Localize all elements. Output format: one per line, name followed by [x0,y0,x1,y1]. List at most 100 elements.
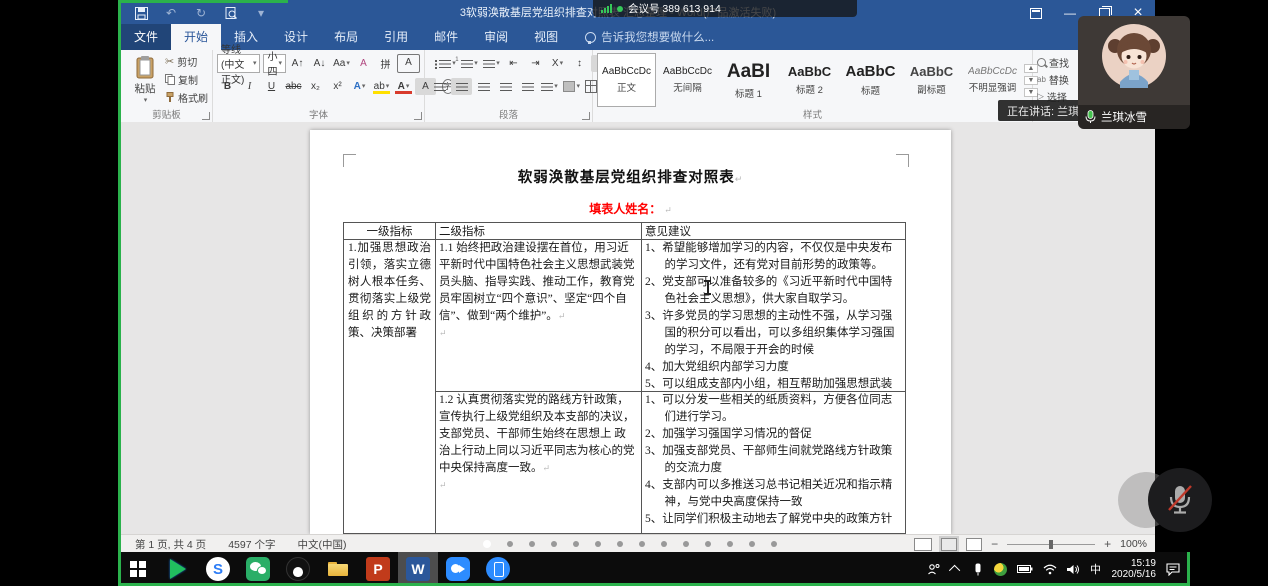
italic-button[interactable]: I [239,78,260,95]
ribbon-tab[interactable]: 引用 [371,24,421,50]
style-item[interactable]: AaBI 标题 1 [719,53,778,107]
usb-device-icon[interactable] [972,561,984,577]
taskbar-item[interactable] [158,552,198,586]
taskbar-item[interactable] [478,552,518,586]
suggestion-item: 4、加大党组织内部学习力度 [645,359,903,376]
meeting-id-pill[interactable]: 会议号 389 613 914 [593,0,857,17]
taskbar-item[interactable]: S [198,552,238,586]
bold-button[interactable]: B [217,78,238,95]
tray-expand-icon[interactable] [950,561,962,577]
clear-format-button[interactable]: A [353,55,374,72]
decrease-indent-button[interactable]: ⇤ [503,55,524,72]
paste-button[interactable]: 粘贴▾ [125,53,165,105]
zoom-slider[interactable] [1007,544,1095,545]
style-item[interactable]: AaBbCcDc 正文 [597,53,656,107]
subscript-button[interactable]: x₂ [305,78,326,95]
mic-muted-button[interactable] [1148,468,1212,532]
paragraph-group: ▾ ▾ ▾ ⇤ ⇥ X▾ ↕ ¶ ▾ ▾ ▾ [425,50,593,122]
copy-button[interactable]: 复制 [165,71,208,87]
web-layout-icon[interactable] [966,538,982,551]
style-item[interactable]: AaBbC 标题 2 [780,53,839,107]
cut-button[interactable]: ✂剪切 [165,53,208,69]
ribbon-tab[interactable]: 审阅 [471,24,521,50]
taskbar-item[interactable] [238,552,278,586]
save-icon[interactable] [133,5,149,21]
shrink-font-button[interactable]: A↓ [309,55,330,72]
underline-button[interactable]: U [261,78,282,95]
align-center-button[interactable] [451,78,472,95]
ribbon-tab[interactable]: 布局 [321,24,371,50]
strikethrough-button[interactable]: abc [283,78,304,95]
taskbar-item[interactable] [278,552,318,586]
taskbar-item[interactable] [438,552,478,586]
superscript-button[interactable]: x² [327,78,348,95]
sort-button[interactable]: ↕ [569,55,590,72]
align-right-button[interactable] [473,78,494,95]
taskbar-item[interactable]: W [398,552,438,586]
font-dialog-launcher[interactable] [414,112,422,120]
ribbon-tab[interactable]: 设计 [271,24,321,50]
asian-layout-button[interactable]: X▾ [547,55,568,72]
comparison-table: 一级指标 二级指标 意见建议 1.加强思想政治引领，落实立德树人根本任务、贯彻落… [343,222,906,534]
ime-tray-icon[interactable] [994,561,1007,577]
justify-button[interactable] [495,78,516,95]
style-item[interactable]: AaBbCcDc 无间隔 [658,53,717,107]
ime-language-indicator[interactable]: 中 [1090,561,1102,577]
people-icon[interactable] [927,561,940,577]
redo-icon[interactable]: ↻ [193,5,209,21]
participant-video-panel[interactable]: 兰琪冰雪 [1078,16,1190,129]
language-indicator[interactable]: 中文(中国) [297,537,346,552]
read-mode-icon[interactable] [914,538,932,551]
ribbon-tab[interactable]: 视图 [521,24,571,50]
style-item[interactable]: AaBbC 副标题 [902,53,961,107]
tell-me[interactable]: 告诉我您想要做什么... [585,29,714,50]
format-painter-button[interactable]: 格式刷 [165,89,208,105]
font-color-button[interactable]: A▾ [393,78,414,95]
text-effects-button[interactable]: A▾ [349,78,370,95]
style-item[interactable]: AaBbC 标题 [841,53,900,107]
style-item[interactable]: AaBbCcDc 不明显强调 [963,53,1022,107]
multilevel-list-button[interactable]: ▾ [481,55,502,72]
clipboard-dialog-launcher[interactable] [202,112,210,120]
paragraph-dialog-launcher[interactable] [582,112,590,120]
ribbon-tab[interactable]: 开始 [171,24,221,50]
word-count[interactable]: 4597 个字 [228,537,275,552]
action-center-icon[interactable] [1166,561,1180,577]
volume-icon[interactable] [1067,561,1080,577]
zoom-level[interactable]: 100% [1120,538,1147,550]
shading-button[interactable]: ▾ [561,78,582,95]
ribbon-tab[interactable]: 文件 [121,24,171,50]
document-page[interactable]: 软弱涣散基层党组织排查对照表↵ 填表人姓名： ↵ 一级指标 二级指标 意见建议 … [310,130,951,534]
highlight-button[interactable]: ab▾ [371,78,392,95]
taskbar-item[interactable]: P [358,552,398,586]
clock[interactable]: 15:19 2020/5/16 [1112,558,1157,580]
line-spacing-button[interactable]: ▾ [539,78,560,95]
distribute-button[interactable] [517,78,538,95]
char-border-button[interactable]: A [397,54,420,73]
font-name-select[interactable]: 等线 (中文正文)▾ [217,54,260,73]
ribbon-tab[interactable]: 邮件 [421,24,471,50]
taskbar-item[interactable] [118,552,158,586]
suggestion-item: 3、加强支部党员、干部师生间就党路线方针政策的交流力度 [645,443,903,477]
undo-icon[interactable]: ↶ [163,5,179,21]
screen: ↶ ↻ ▾ 3软弱涣散基层党组织排查对照表 汇总整理 - Word(产品激活失败… [0,0,1268,586]
zoom-in-button[interactable]: + [1104,537,1111,551]
pinyin-guide-button[interactable]: 拼 [375,55,396,72]
print-layout-icon[interactable] [941,538,957,551]
zoom-out-button[interactable]: − [991,537,998,551]
battery-icon[interactable] [1017,561,1033,577]
suggestions-cell-row1: 1、希望能够增加学习的内容，不仅仅是中央发布的学习文件，还有党对目前形势的政策等… [641,239,907,391]
ribbon-display-options-icon[interactable] [1019,0,1053,26]
align-left-button[interactable] [429,78,450,95]
print-preview-icon[interactable] [223,5,239,21]
increase-indent-button[interactable]: ⇥ [525,55,546,72]
zoom-slider-handle[interactable] [1049,540,1053,549]
wifi-icon[interactable] [1043,561,1057,577]
grow-font-button[interactable]: A↑ [287,55,308,72]
document-canvas[interactable]: 软弱涣散基层党组织排查对照表↵ 填表人姓名： ↵ 一级指标 二级指标 意见建议 … [121,122,1155,534]
numbering-button[interactable]: ▾ [459,55,480,72]
taskbar-item[interactable] [318,552,358,586]
page-indicator[interactable]: 第 1 页, 共 4 页 [135,537,206,552]
change-case-button[interactable]: Aa▾ [331,55,352,72]
font-size-select[interactable]: 小四▾ [263,54,286,73]
